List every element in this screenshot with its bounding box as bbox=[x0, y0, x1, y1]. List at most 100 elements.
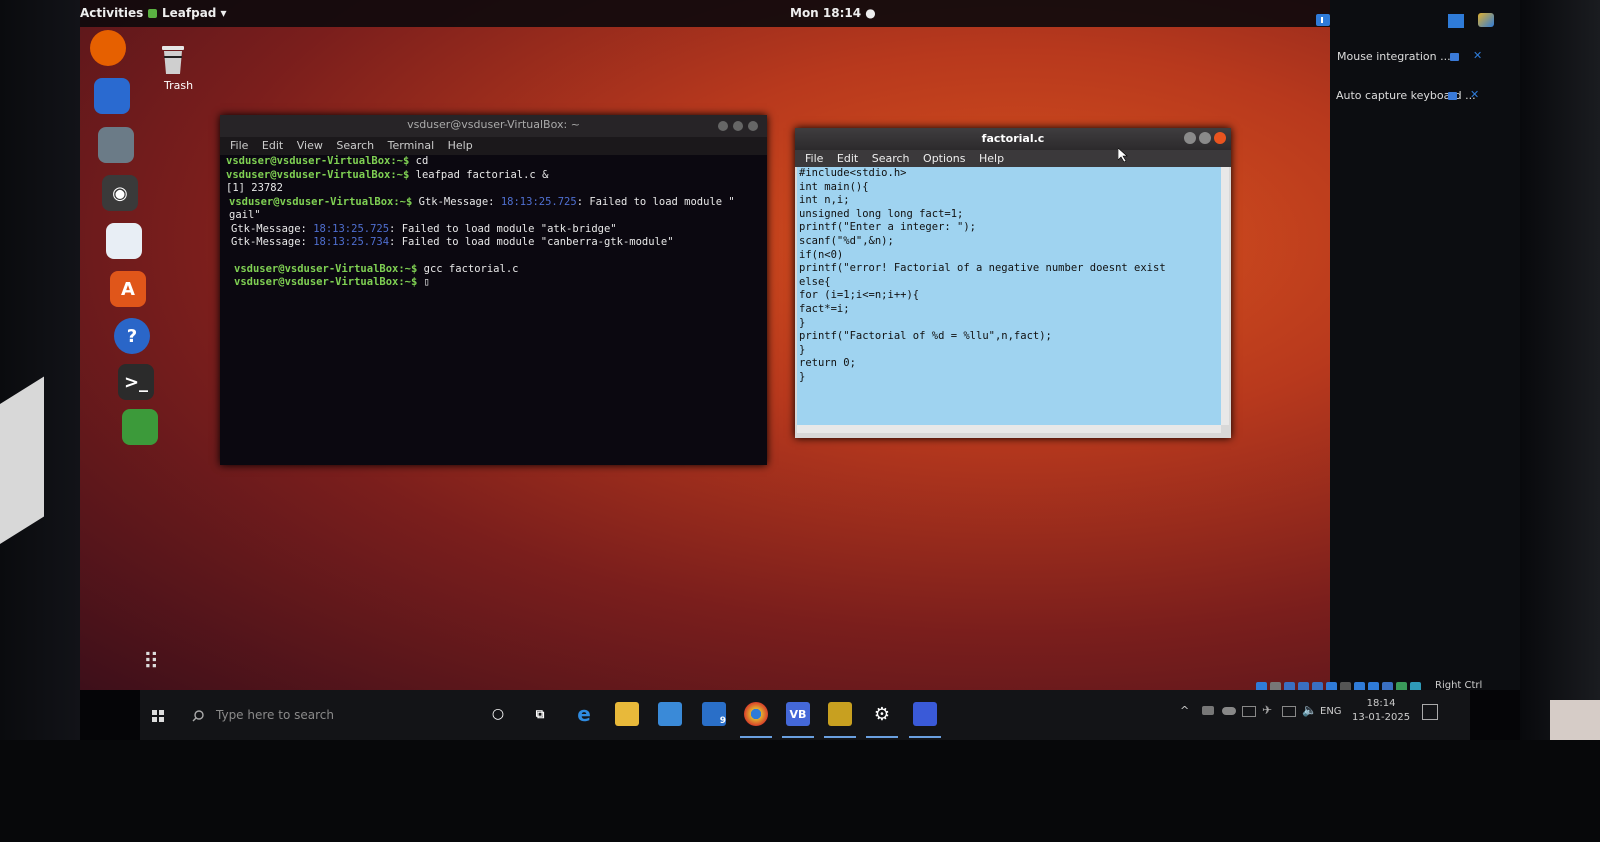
language-indicator[interactable]: ENG bbox=[1320, 706, 1342, 717]
active-indicator bbox=[866, 736, 898, 738]
ubuntu-desktop: Activities Leafpad ▾ Mon 18:14 ● ◉ A? >_ T… bbox=[80, 0, 1330, 690]
menu-search[interactable]: Search bbox=[336, 137, 374, 155]
close-button[interactable] bbox=[748, 121, 758, 131]
active-indicator bbox=[782, 736, 814, 738]
close-icon[interactable]: ✕ bbox=[1470, 88, 1479, 101]
thunderbird-icon[interactable] bbox=[94, 78, 130, 114]
terminal-icon[interactable]: >_ bbox=[118, 364, 154, 400]
tray-app-icon[interactable] bbox=[1202, 706, 1214, 715]
software-icon[interactable]: A bbox=[110, 271, 146, 307]
info-icon[interactable] bbox=[1450, 53, 1459, 61]
code-line: return 0; bbox=[799, 357, 856, 370]
menu-file[interactable]: File bbox=[230, 137, 248, 155]
task-view-icon[interactable]: ⧉ bbox=[528, 702, 552, 726]
activities-button[interactable]: Activities bbox=[80, 6, 143, 20]
chevron-up-icon[interactable]: ^ bbox=[1180, 704, 1189, 717]
code-editor[interactable]: #include<stdio.h> int main(){int n,i; unsi… bbox=[797, 167, 1223, 425]
cortana-icon[interactable]: ○ bbox=[486, 702, 510, 726]
action-center-icon[interactable] bbox=[1422, 704, 1438, 720]
trash-label: Trash bbox=[164, 79, 194, 92]
display-tray-icon[interactable] bbox=[1282, 706, 1296, 717]
vertical-scrollbar[interactable] bbox=[1221, 167, 1229, 425]
airplane-icon[interactable]: ✈ bbox=[1262, 703, 1272, 717]
menu-help[interactable]: Help bbox=[979, 150, 1004, 168]
app-menu[interactable]: Leafpad ▾ bbox=[162, 6, 227, 20]
active-indicator bbox=[909, 736, 941, 738]
menu-edit[interactable]: Edit bbox=[837, 150, 858, 168]
terminal-window[interactable]: vsduser@vsduser-VirtualBox: ~ File Edit … bbox=[220, 115, 767, 465]
menu-options[interactable]: Options bbox=[923, 150, 965, 168]
maximize-button[interactable] bbox=[733, 121, 743, 131]
code-line: printf("Factorial of %d = %llu",n,fact); bbox=[799, 330, 1052, 343]
minimize-button[interactable] bbox=[718, 121, 728, 131]
writer-icon[interactable] bbox=[106, 223, 142, 259]
menu-view[interactable]: View bbox=[297, 137, 323, 155]
chrome-icon[interactable] bbox=[744, 702, 768, 726]
code-line: printf("Enter a integer: "); bbox=[799, 221, 977, 234]
mouse-integration-notification[interactable]: Mouse integration ... bbox=[1337, 50, 1451, 63]
minimize-button[interactable] bbox=[1184, 132, 1196, 144]
show-applications-icon[interactable]: ⠿ bbox=[143, 650, 160, 675]
horizontal-scrollbar[interactable] bbox=[797, 425, 1221, 433]
menu-help[interactable]: Help bbox=[448, 137, 473, 155]
leafpad-app-icon bbox=[148, 9, 157, 18]
maximize-button[interactable] bbox=[1199, 132, 1211, 144]
paper-sheet bbox=[0, 376, 44, 544]
store-icon[interactable] bbox=[658, 702, 682, 726]
notification-icon[interactable] bbox=[1314, 12, 1332, 30]
leafpad-window[interactable]: factorial.c File Edit Search Options Hel… bbox=[795, 128, 1231, 438]
active-indicator bbox=[824, 736, 856, 738]
menu-file[interactable]: File bbox=[805, 150, 823, 168]
menu-search[interactable]: Search bbox=[872, 150, 910, 168]
trash-icon[interactable] bbox=[158, 42, 188, 76]
close-icon[interactable]: ✕ bbox=[1473, 49, 1482, 62]
virtualbox-notification-panel bbox=[1330, 0, 1520, 690]
terminal-menubar: File Edit View Search Terminal Help bbox=[220, 137, 767, 155]
mail-icon[interactable]: 9 bbox=[702, 702, 726, 726]
onedrive-icon[interactable] bbox=[1222, 707, 1236, 715]
close-button[interactable] bbox=[1214, 132, 1226, 144]
code-line: int main(){ bbox=[799, 180, 869, 193]
calculator-icon[interactable] bbox=[913, 702, 937, 726]
firefox-icon[interactable] bbox=[90, 30, 126, 66]
taskbar-search-input[interactable]: Type here to search bbox=[188, 702, 496, 728]
terminal-line: Gtk-Message: 18:13:25.734: Failed to loa… bbox=[231, 236, 674, 248]
terminal-line: vsduser@vsduser-VirtualBox:~$ cd bbox=[226, 155, 429, 167]
volume-icon[interactable]: 🔈 bbox=[1302, 703, 1317, 717]
settings-gear-icon[interactable]: ⚙ bbox=[870, 702, 894, 726]
monitor-bottom-bezel bbox=[0, 740, 1600, 842]
files-icon[interactable] bbox=[98, 127, 134, 163]
terminal-line: [1] 23782 bbox=[226, 182, 283, 194]
code-line: fact*=i; bbox=[799, 302, 850, 315]
code-line: unsigned long long fact=1; bbox=[799, 207, 964, 220]
battery-icon[interactable] bbox=[1242, 706, 1256, 717]
code-line: printf("error! Factorial of a negative n… bbox=[799, 262, 1166, 275]
code-line: } bbox=[799, 370, 806, 383]
vm-window-icon[interactable] bbox=[828, 702, 852, 726]
terminal-line: Gtk-Message: 18:13:25.725: Failed to loa… bbox=[231, 222, 617, 235]
vbox-app-icon[interactable] bbox=[1478, 13, 1494, 27]
help-icon[interactable]: ? bbox=[114, 318, 150, 354]
file-explorer-icon[interactable] bbox=[615, 702, 639, 726]
info-icon[interactable] bbox=[1448, 92, 1457, 100]
code-line: for (i=1;i<=n;i++){ bbox=[799, 289, 920, 302]
code-line: } bbox=[799, 343, 806, 356]
terminal-output[interactable]: vsduser@vsduser-VirtualBox:~$ cd vsduser@… bbox=[226, 155, 761, 290]
code-line: if(n<0) bbox=[799, 248, 844, 261]
leafpad-menubar: File Edit Search Options Help bbox=[795, 150, 1231, 167]
windows-taskbar: Type here to search ○ ⧉ e 9 VB ⚙ ^ ✈ 🔈 E… bbox=[140, 690, 1470, 740]
terminal-line: gail" bbox=[229, 209, 261, 221]
leafpad-icon[interactable] bbox=[122, 409, 158, 445]
edge-icon[interactable]: e bbox=[572, 702, 596, 726]
menu-edit[interactable]: Edit bbox=[262, 137, 283, 155]
menu-terminal[interactable]: Terminal bbox=[388, 137, 435, 155]
top-clock[interactable]: Mon 18:14 ● bbox=[790, 6, 876, 20]
code-line: int n,i; bbox=[799, 194, 850, 207]
vbox-menu-icon[interactable] bbox=[1448, 14, 1464, 28]
windows-start-icon[interactable] bbox=[152, 710, 164, 722]
taskbar-clock[interactable]: 18:14 13-01-2025 bbox=[1352, 697, 1410, 725]
virtualbox-icon[interactable]: VB bbox=[786, 702, 810, 726]
active-indicator bbox=[740, 736, 772, 738]
terminal-line: vsduser@vsduser-VirtualBox:~$ gcc factor… bbox=[234, 262, 519, 275]
rhythmbox-icon[interactable]: ◉ bbox=[102, 175, 138, 211]
